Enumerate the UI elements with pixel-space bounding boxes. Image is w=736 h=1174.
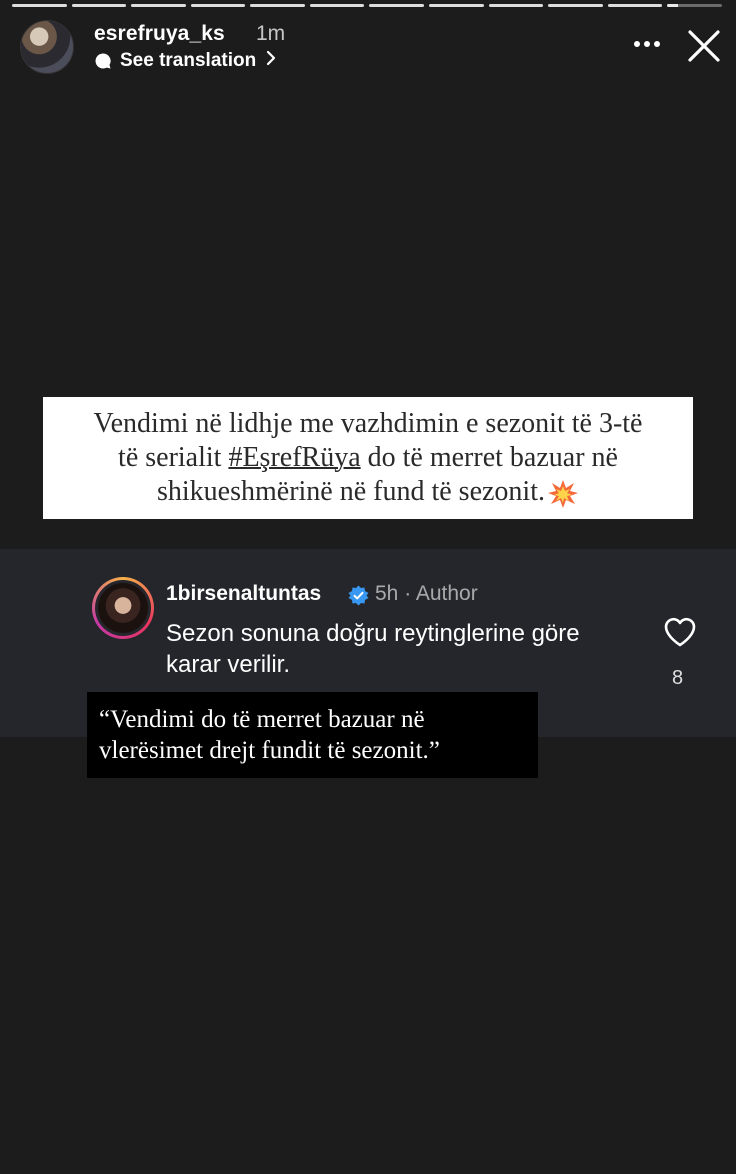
- comment-text: Sezon sonuna doğru reytinglerine göre ka…: [166, 620, 580, 678]
- story-progress-segment: [250, 4, 305, 7]
- like-count: 8: [672, 667, 684, 689]
- story-progress-segment: [488, 4, 544, 7]
- headline-line-3: shikueshmërinë në fund të sezonit.: [43, 475, 693, 509]
- headline-line-2-prefix: të serialit: [118, 442, 229, 473]
- story-progress-segment: [548, 4, 603, 7]
- see-translation-button[interactable]: See translation: [94, 49, 276, 72]
- story-progress-segment: [309, 4, 365, 7]
- quote-line-1: “Vendimi do të merret bazuar në: [99, 706, 425, 733]
- headline-line-2-suffix: do të merret bazuar në: [360, 442, 618, 473]
- story-progress-segment: [12, 4, 67, 7]
- hashtag: #EşrefRüya: [228, 442, 361, 473]
- heart-outline-icon: [663, 616, 697, 648]
- story-progress-bar: [12, 4, 722, 7]
- chat-bubble-icon: [94, 52, 112, 70]
- chevron-right-icon: [266, 49, 276, 72]
- quote-box: “Vendimi do të merret bazuar në vlerësim…: [87, 692, 538, 778]
- story-progress-segment: [429, 4, 484, 7]
- quote-line-2: vlerësimet drejt fundit të sezonit.”: [99, 737, 440, 764]
- collision-emoji-icon: [547, 479, 579, 509]
- story-username[interactable]: esrefruya_ks: [94, 22, 225, 46]
- commenter-avatar: [92, 577, 154, 639]
- story-header: esrefruya_ks 1m See translation: [20, 18, 722, 78]
- headline-card: Vendimi në lidhje me vazhdimin e sezonit…: [43, 397, 693, 519]
- commenter-username: 1birsenaltuntas: [166, 582, 322, 605]
- story-progress-segment: [369, 4, 425, 7]
- headline-line-1: Vendimi në lidhje me vazhdimin e sezonit…: [93, 408, 643, 439]
- see-translation-label: See translation: [120, 49, 257, 71]
- story-progress-segment: [190, 4, 246, 7]
- profile-avatar[interactable]: [20, 20, 74, 74]
- verified-badge-icon: [348, 585, 369, 606]
- headline-line-3-text: shikueshmërinë në fund të sezonit.: [156, 476, 545, 507]
- headline-line-2: të serialit #EşrefRüya do të merret bazu…: [43, 441, 693, 475]
- more-options-icon[interactable]: [632, 32, 662, 56]
- comment-meta: 5h · Author: [375, 582, 478, 605]
- story-progress-segment: [131, 4, 186, 7]
- story-progress-segment: [607, 4, 663, 7]
- story-progress-segment: [71, 4, 127, 7]
- story-progress-segment: [667, 4, 722, 7]
- story-timestamp: 1m: [256, 22, 286, 45]
- close-icon[interactable]: [686, 28, 722, 64]
